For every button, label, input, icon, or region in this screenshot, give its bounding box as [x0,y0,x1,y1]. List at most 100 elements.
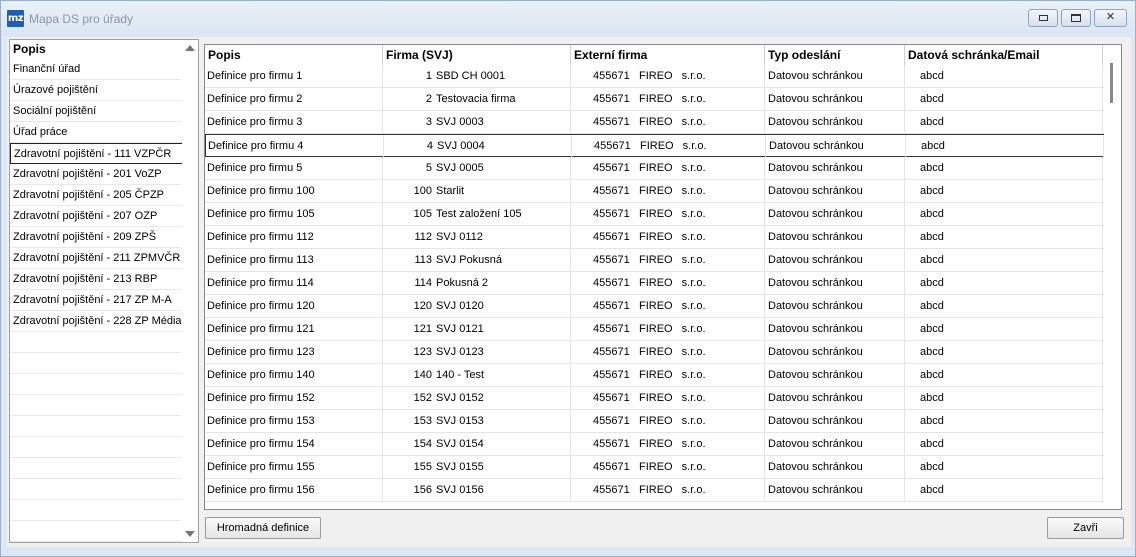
column-header-typ-odeslani[interactable]: Typ odeslání [765,45,905,65]
scroll-down-icon[interactable] [185,531,195,537]
office-list-item[interactable] [10,479,183,500]
cell-firma: 2 Testovacia firma [383,88,571,110]
definitions-grid: Popis Firma (SVJ) Externí firma Typ odeslán… [204,44,1122,510]
cell-ext-number: 455671 [593,231,630,243]
cell-popis: Definice pro firmu 113 [205,249,383,271]
office-list-item[interactable] [10,416,183,437]
close-button[interactable]: ✕ [1094,9,1127,27]
office-list-header[interactable]: Popis [10,40,183,59]
office-list-item[interactable]: Zdravotní pojištění - 211 ZPMVČR [10,248,183,269]
column-header-popis[interactable]: Popis [205,45,383,65]
table-row[interactable]: Definice pro firmu 114 114 Pokusná 2 455671… [205,272,1105,295]
cell-firma-name: SVJ 0154 [436,438,484,450]
office-list-item[interactable] [10,458,183,479]
cell-typ-odeslani: Datovou schránkou [765,295,905,317]
cell-externi-firma: 455671 FIREO s.r.o. [572,135,766,157]
cell-firma-number: 114 [414,277,432,289]
office-list-item[interactable] [10,437,183,458]
scroll-up-icon[interactable] [185,45,195,51]
cell-typ-odeslani: Datovou schránkou [765,410,905,432]
table-row[interactable]: Definice pro firmu 121 121 SVJ 0121 455671 F… [205,318,1105,341]
grid-body: Definice pro firmu 1 1 SBD CH 0001 455671 FI… [205,65,1105,502]
office-list-item[interactable] [10,521,183,542]
office-list-item[interactable]: Sociální pojištění [10,101,183,122]
table-row[interactable]: Definice pro firmu 152 152 SVJ 0152 455671 F… [205,387,1105,410]
cell-popis: Definice pro firmu 3 [205,111,383,133]
table-row[interactable]: Definice pro firmu 155 155 SVJ 0155 455671 F… [205,456,1105,479]
cell-firma-number: 140 [413,369,432,381]
table-row[interactable]: Definice pro firmu 154 154 SVJ 0154 455671 F… [205,433,1105,456]
grid-scroll-thumb[interactable] [1110,63,1113,103]
cell-firma-name: SVJ 0120 [436,300,484,312]
cell-datova-schranka: abcd [905,249,1103,271]
cell-firma-name: SVJ 0153 [436,415,484,427]
cell-firma: 1 SBD CH 0001 [383,65,571,87]
office-list-item[interactable]: Zdravotní pojištění - 111 VZPČR [10,143,183,164]
table-row[interactable]: Definice pro firmu 123 123 SVJ 0123 455671 F… [205,341,1105,364]
table-row[interactable]: Definice pro firmu 112 112 SVJ 0112 455671 F… [205,226,1105,249]
office-list-item[interactable]: Zdravotní pojištění - 207 OZP [10,206,183,227]
office-list-item[interactable] [10,374,183,395]
office-list-item[interactable]: Zdravotní pojištění - 205 ČPZP [10,185,183,206]
table-row[interactable]: Definice pro firmu 100 100 Starlit 455671 FI… [205,180,1105,203]
cell-popis: Definice pro firmu 153 [205,410,383,432]
maximize-icon [1071,14,1081,22]
title-bar[interactable]: mz Mapa DS pro úřady ✕ [1,1,1135,35]
office-list-item[interactable]: Finanční úřad [10,59,183,80]
table-row[interactable]: Definice pro firmu 3 3 SVJ 0003 455671 FIREO… [205,111,1105,134]
close-dialog-button[interactable]: Zavři [1047,517,1124,539]
table-row[interactable]: Definice pro firmu 2 2 Testovacia firma 455… [205,88,1105,111]
cell-popis: Definice pro firmu 114 [205,272,383,294]
table-row[interactable]: Definice pro firmu 140 140 140 - Test 45567… [205,364,1105,387]
office-list-item[interactable] [10,395,183,416]
office-list-item[interactable]: Úřad práce [10,122,183,143]
bulk-definition-button[interactable]: Hromadná definice [205,517,321,539]
office-list-item[interactable] [10,332,183,353]
office-list-item[interactable]: Zdravotní pojištění - 217 ZP M-A [10,290,183,311]
cell-datova-schranka: abcd [905,203,1103,225]
table-row[interactable]: Definice pro firmu 1 1 SBD CH 0001 455671 FI… [205,65,1105,88]
office-list-item[interactable]: Úrazové pojištění [10,80,183,101]
grid-scrollbar[interactable] [1104,45,1121,509]
table-row[interactable]: Definice pro firmu 113 113 SVJ Pokusná 4556… [205,249,1105,272]
cell-firma: 152 SVJ 0152 [383,387,571,409]
cell-externi-firma: 455671 FIREO s.r.o. [571,318,765,340]
cell-datova-schranka: abcd [905,226,1103,248]
cell-firma-number: 3 [425,116,432,128]
table-row[interactable]: Definice pro firmu 120 120 SVJ 0120 455671 F… [205,295,1105,318]
office-list-item[interactable]: Zdravotní pojištění - 213 RBP [10,269,183,290]
cell-firma-name: Starlit [436,185,465,197]
maximize-button[interactable] [1061,9,1091,27]
cell-firma: 153 SVJ 0153 [383,410,571,432]
office-list-item[interactable] [10,353,183,374]
cell-firma: 155 SVJ 0155 [383,456,571,478]
office-list-item[interactable] [10,500,183,521]
cell-firma-number: 120 [413,300,432,312]
table-row[interactable]: Definice pro firmu 153 153 SVJ 0153 455671 F… [205,410,1105,433]
column-header-externi-firma[interactable]: Externí firma [571,45,765,65]
table-row[interactable]: Definice pro firmu 156 156 SVJ 0156 455671 F… [205,479,1105,502]
office-list-item[interactable]: Zdravotní pojištění - 209 ZPŠ [10,227,183,248]
cell-datova-schranka: abcd [905,65,1103,87]
cell-firma: 120 SVJ 0120 [383,295,571,317]
cell-firma-number: 4 [426,140,433,152]
cell-firma: 100 Starlit [383,180,571,202]
cell-firma-name: SVJ 0003 [436,116,484,128]
office-list-item[interactable]: Zdravotní pojištění - 201 VoZP [10,164,183,185]
cell-externi-firma: 455671 FIREO s.r.o. [571,203,765,225]
cell-firma: 112 SVJ 0112 [383,226,571,248]
office-list-item[interactable] [10,542,183,557]
table-row[interactable]: Definice pro firmu 5 5 SVJ 0005 455671 FIREO… [205,157,1105,180]
table-row[interactable]: Definice pro firmu 4 4 SVJ 0004 455671 FIREO… [205,134,1105,157]
cell-datova-schranka: abcd [905,272,1103,294]
cell-typ-odeslani: Datovou schránkou [765,433,905,455]
minimize-button[interactable] [1028,9,1058,27]
table-row[interactable]: Definice pro firmu 105 105 Test založení 1… [205,203,1105,226]
cell-ext-number: 455671 [593,300,630,312]
cell-datova-schranka: abcd [906,135,1104,157]
column-header-firma[interactable]: Firma (SVJ) [383,45,571,65]
cell-typ-odeslani: Datovou schránkou [765,341,905,363]
office-list-scrollbar[interactable] [182,40,198,542]
office-list-item[interactable]: Zdravotní pojištění - 228 ZP Média [10,311,183,332]
column-header-datova-schranka[interactable]: Datová schránka/Email [905,45,1103,65]
